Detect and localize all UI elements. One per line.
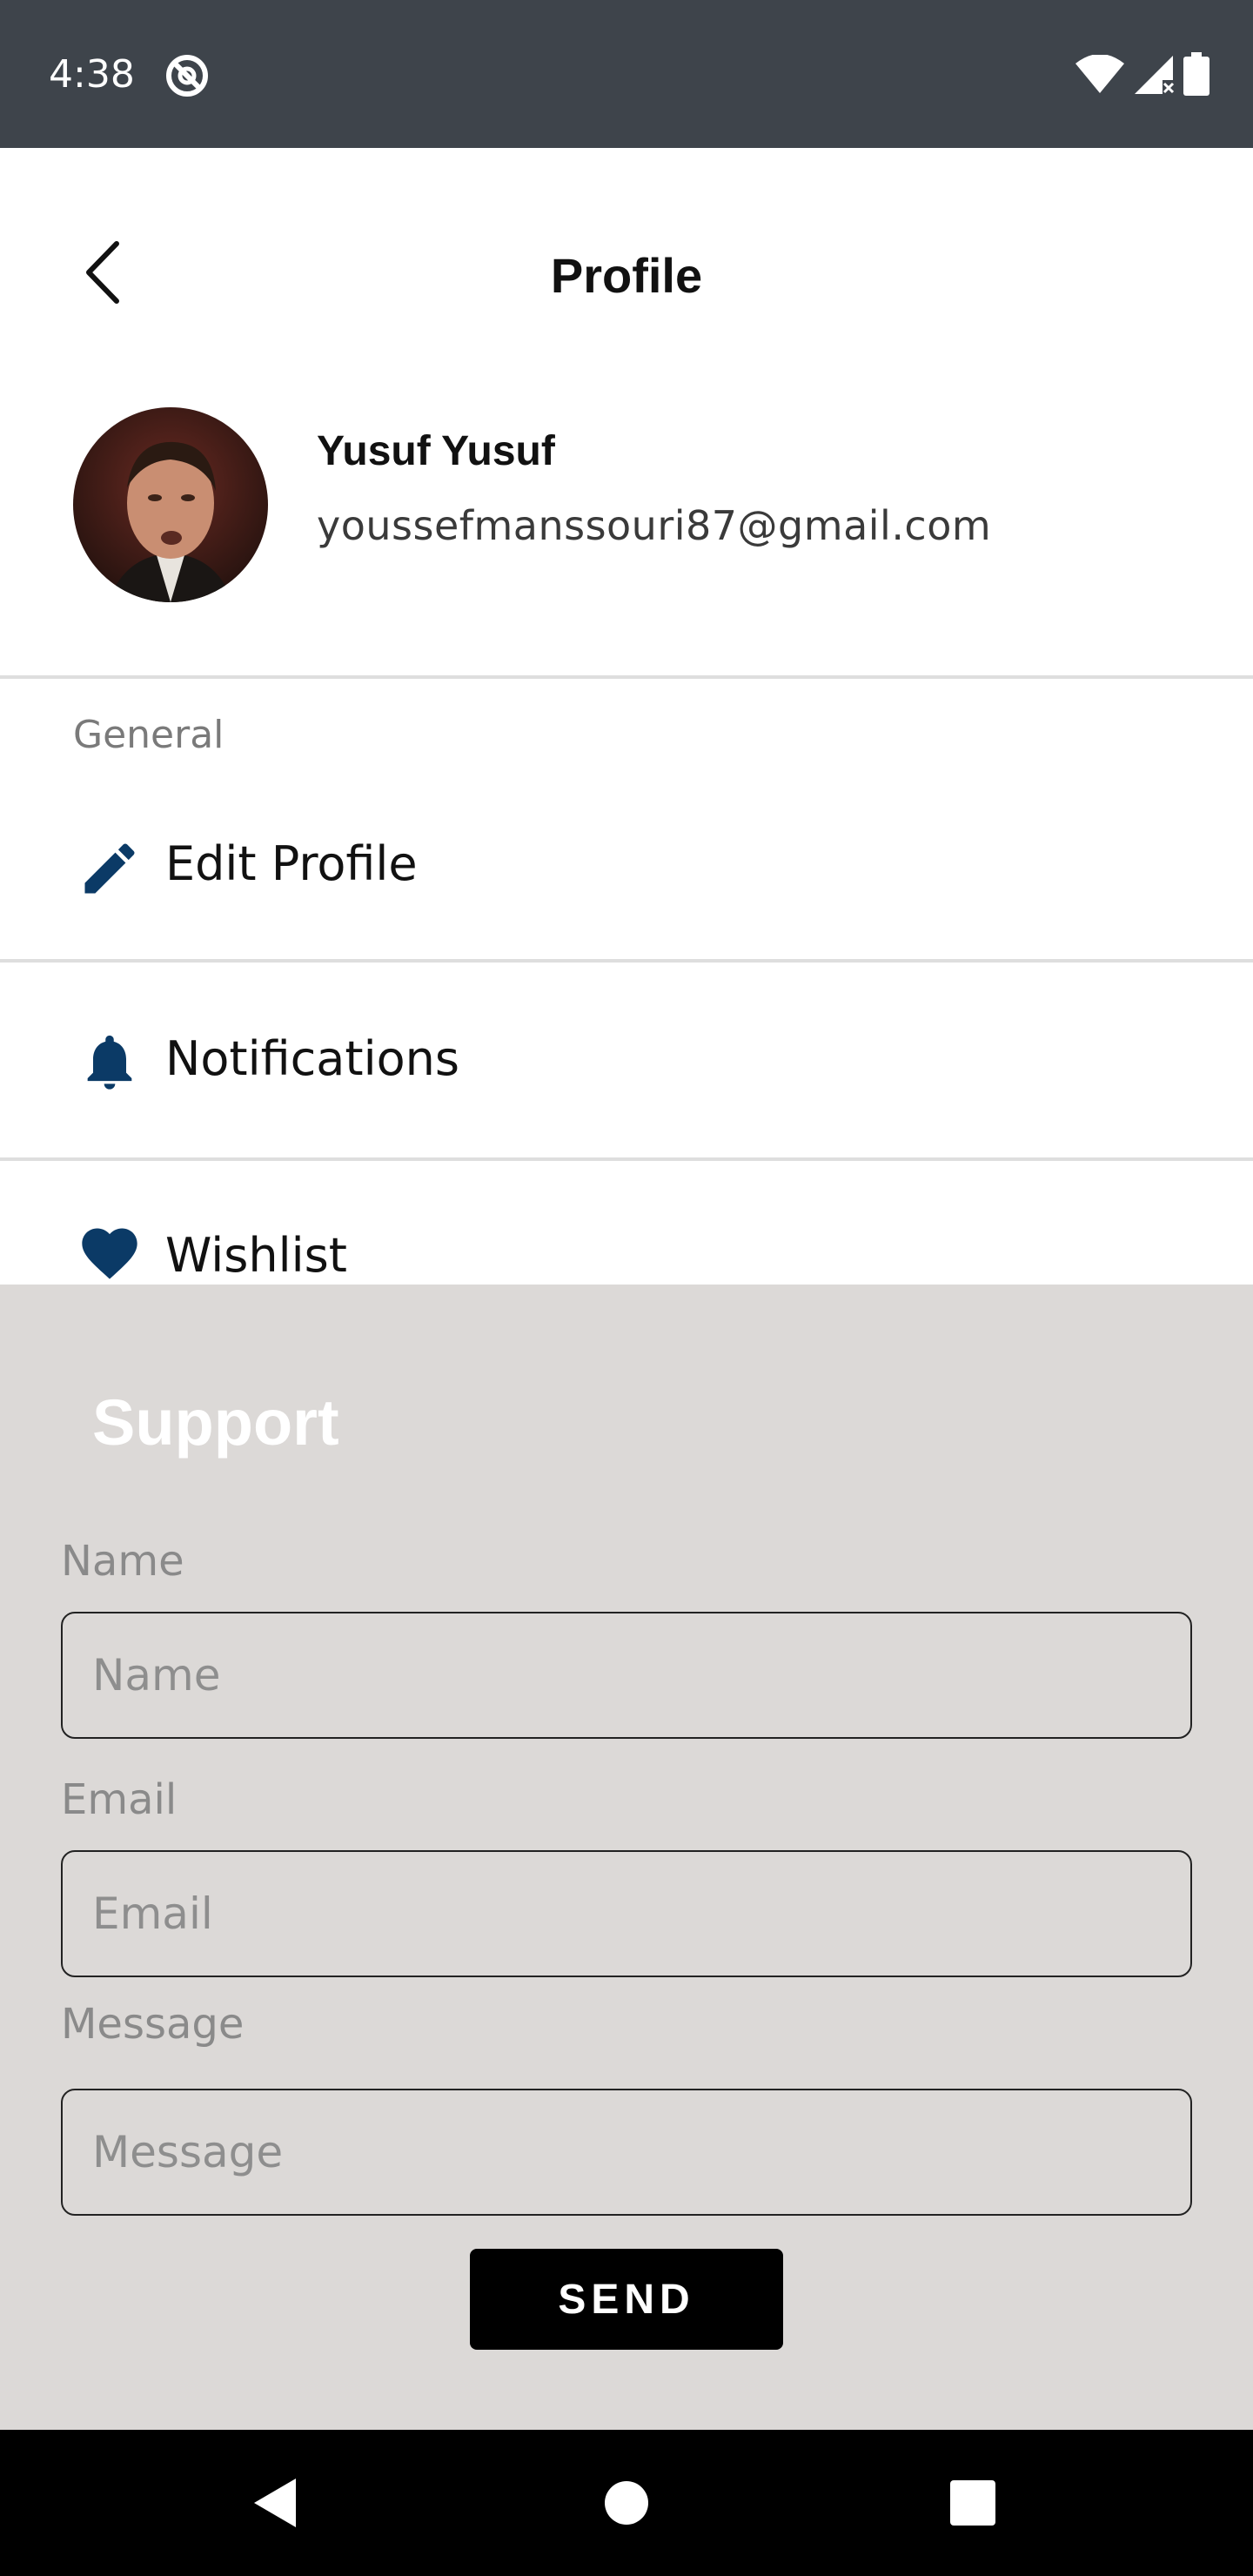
menu-item-notifications[interactable]: Notifications	[0, 963, 1253, 1157]
message-label: Message	[61, 2000, 245, 2049]
email-input[interactable]	[61, 1850, 1192, 1977]
menu-item-label: Edit Profile	[165, 836, 418, 891]
name-label: Name	[61, 1537, 184, 1586]
menu-item-label: Notifications	[165, 1031, 459, 1086]
home-circle-icon[interactable]	[592, 2468, 661, 2538]
status-time: 4:38	[49, 52, 135, 97]
bell-icon	[77, 1029, 143, 1095]
menu-item-edit-profile[interactable]: Edit Profile	[0, 776, 1253, 959]
message-input[interactable]	[61, 2089, 1192, 2216]
menu-item-label: Wishlist	[165, 1228, 347, 1283]
email-label: Email	[61, 1775, 178, 1824]
section-label-general: General	[73, 713, 224, 757]
pencil-icon	[77, 835, 143, 902]
wifi-icon	[1075, 53, 1124, 97]
name-input[interactable]	[61, 1612, 1192, 1739]
navigation-bar	[0, 2430, 1253, 2576]
support-title: Support	[92, 1386, 339, 1459]
heart-icon	[77, 1220, 143, 1285]
recents-square-icon[interactable]	[938, 2468, 1008, 2538]
send-button[interactable]: SEND	[470, 2249, 783, 2350]
menu-item-wishlist[interactable]: Wishlist	[0, 1161, 1253, 1285]
support-sheet: Support Name Email Message SEND	[0, 1285, 1253, 2430]
page-title: Profile	[550, 248, 703, 303]
battery-icon	[1183, 51, 1209, 100]
status-bar: 4:38	[0, 0, 1253, 148]
at-sign-icon	[164, 52, 211, 99]
avatar	[73, 407, 268, 602]
back-triangle-icon[interactable]	[240, 2468, 310, 2538]
user-email: youssefmanssouri87@gmail.com	[317, 502, 992, 549]
signal-icon	[1133, 54, 1175, 98]
user-name: Yusuf Yusuf	[317, 428, 555, 474]
divider	[0, 675, 1253, 679]
